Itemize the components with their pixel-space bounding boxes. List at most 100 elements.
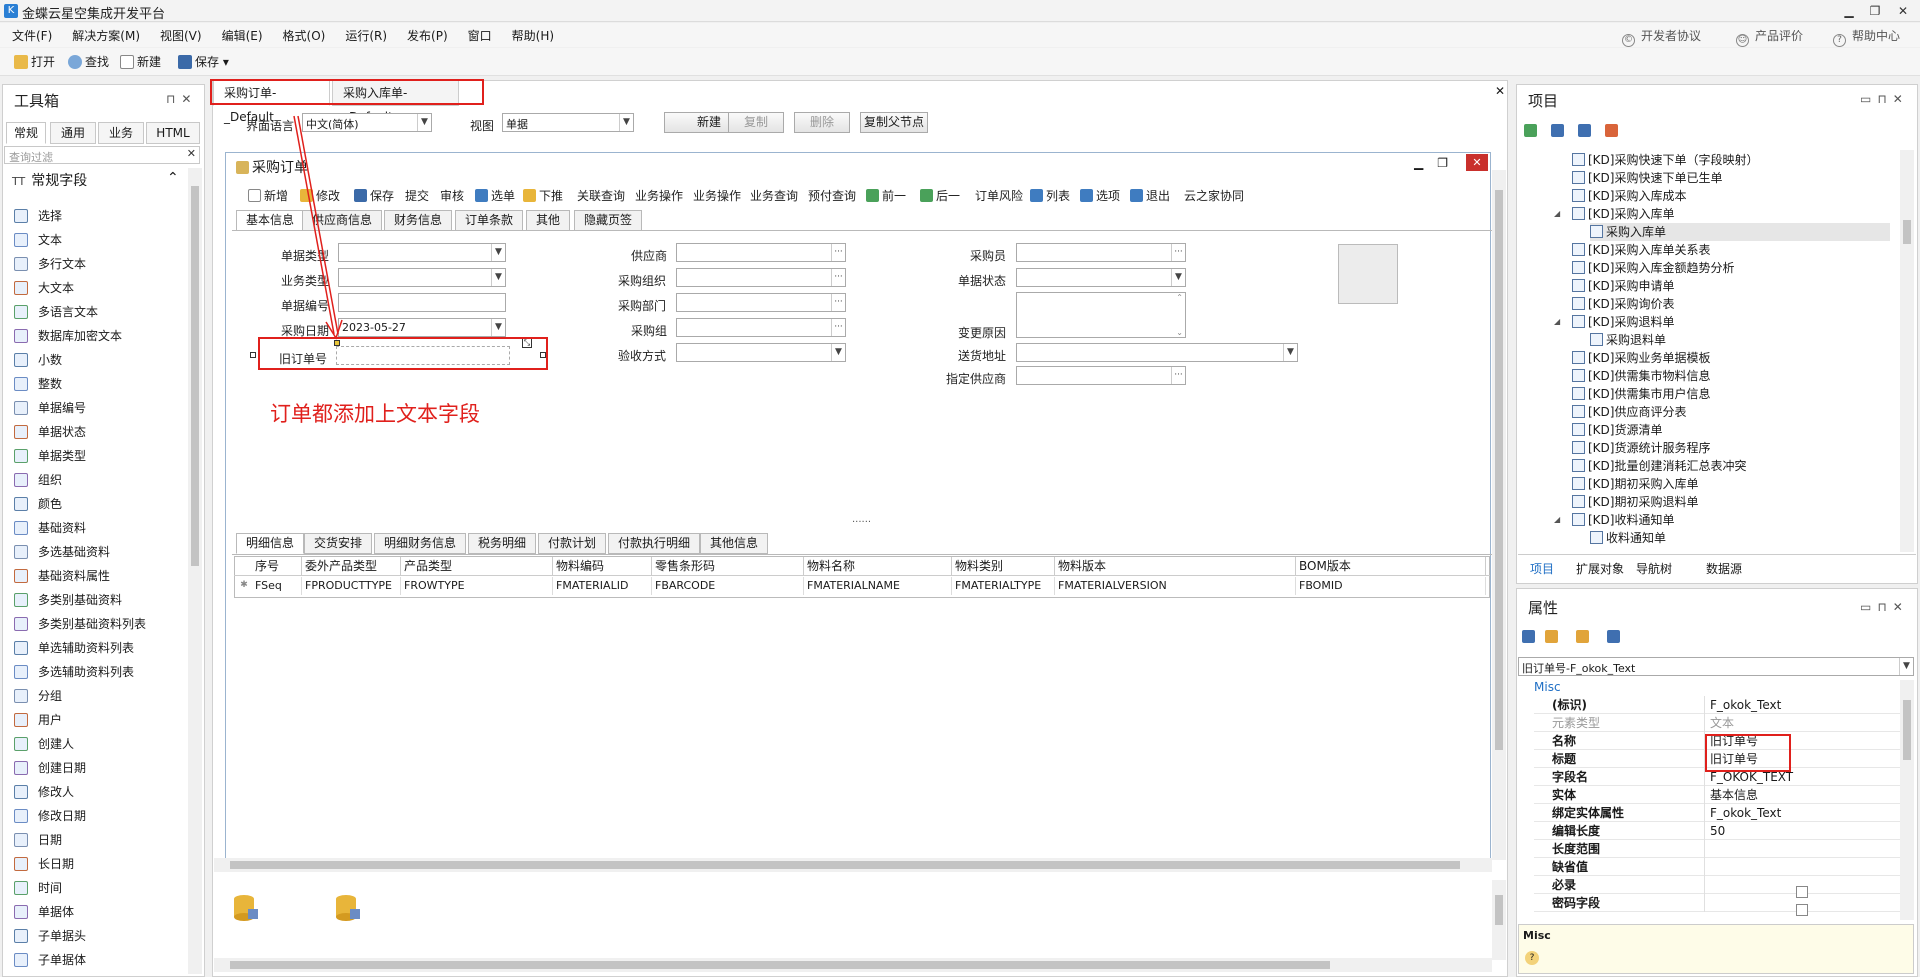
menu-view[interactable]: 视图(V) [148,23,210,44]
delete-item-icon[interactable] [1605,124,1618,137]
bill-status-select[interactable]: ▼ [1016,268,1186,287]
toolbox-item[interactable]: 多语言文本 [14,302,98,322]
toolbox-item[interactable]: 时间 [14,878,62,898]
toolbox-item[interactable]: 创建人 [14,734,74,754]
form-window-buttons[interactable]: ▁❐ [1414,156,1462,170]
sort-alpha-icon[interactable] [1545,630,1558,643]
lookup-icon[interactable]: ··· [1171,244,1185,261]
copy-view-button[interactable]: 复制 [728,112,784,133]
grid-cell[interactable]: FMATERIALID [553,577,652,595]
tree-item[interactable]: [KD]采购申请单 [1572,277,1674,295]
toolbox-item[interactable]: 单据体 [14,902,74,922]
grid-cell[interactable]: FMATERIALNAME [804,577,952,595]
property-value[interactable]: 基本信息 [1710,786,1758,804]
bill-type-select[interactable]: ▼ [338,243,506,262]
project-scroll-thumb[interactable] [1903,220,1911,244]
toolbox-filter-input[interactable]: 查询过滤 ✕ [4,146,200,164]
toolbox-scroll-thumb[interactable] [191,186,199,566]
toolbox-tab-general[interactable]: 常规 [6,122,46,144]
project-tab-project[interactable]: 项目 [1530,560,1554,577]
grid-column-header[interactable]: 序号 [252,557,302,575]
properties-icon[interactable] [1576,630,1589,643]
property-row[interactable]: 元素类型 文本 [1534,714,1904,732]
toolbox-item[interactable]: 创建日期 [14,758,86,778]
grid-cell[interactable]: FSeq [252,577,302,595]
image-placeholder[interactable] [1338,244,1398,304]
form-toolbar-button[interactable]: 前一 [866,187,906,204]
tree-item[interactable]: [KD]货源清单 [1572,421,1662,439]
property-value[interactable]: 50 [1710,822,1725,840]
tree-item[interactable]: [KD]货源统计服务程序 [1572,439,1710,457]
toolbox-item[interactable]: 日期 [14,830,62,850]
toolbox-item[interactable]: 单据类型 [14,446,86,466]
splitter-handle[interactable]: ...... [852,514,871,525]
minimize-button[interactable]: ▁ [1838,2,1860,20]
form-hscroll-thumb[interactable] [230,861,1460,869]
close-button[interactable]: ✕ [1892,2,1914,20]
menu-run[interactable]: 运行(R) [333,23,395,44]
toolbox-item[interactable]: 数据库加密文本 [14,326,122,346]
toolbox-tab-html[interactable]: HTML [146,122,200,144]
property-scrollbar[interactable] [1900,680,1914,920]
bottom-vscroll-thumb[interactable] [1495,895,1503,925]
grid-column-header[interactable]: 物料编码 [553,557,652,575]
grid-cell[interactable]: FBOMID [1296,577,1486,595]
scroll-up-icon[interactable]: ⌃ [1176,293,1183,302]
menu-solution[interactable]: 解决方案(M) [60,23,148,44]
purchase-org-field[interactable]: ··· [676,268,846,287]
toolbox-item[interactable]: 多行文本 [14,254,86,274]
menu-window[interactable]: 窗口 [456,23,500,44]
tree-item[interactable]: [KD]采购询价表 [1572,295,1674,313]
form-toolbar-button[interactable]: 业务查询 [750,187,798,204]
property-row[interactable]: 密码字段 [1534,894,1904,912]
property-row[interactable]: 必录 [1534,876,1904,894]
events-icon[interactable] [1607,630,1620,643]
property-object-select[interactable]: 旧订单号-F_okok_Text ▼ [1518,657,1914,676]
tree-item[interactable]: [KD]采购业务单据模板 [1572,349,1710,367]
menu-edit[interactable]: 编辑(E) [210,23,271,44]
form-toolbar-button[interactable]: 订单风险 [975,187,1023,204]
grid-column-header[interactable]: BOM版本 [1296,557,1486,575]
lookup-icon[interactable]: ··· [831,269,845,286]
tree-item[interactable]: [KD]批量创建消耗汇总表冲突 [1572,457,1746,475]
toolbox-tab-business[interactable]: 业务 [98,122,144,144]
project-tab-extension[interactable]: 扩展对象 [1576,560,1624,577]
form-hscrollbar[interactable] [214,858,1492,872]
tree-item[interactable]: [KD]采购入库金额趋势分析 [1572,259,1734,277]
grid-column-header[interactable]: 物料名称 [804,557,952,575]
project-tab-datasource[interactable]: 数据源 [1706,560,1742,577]
tree-item[interactable]: [KD]供需集市用户信息 [1572,385,1710,403]
dev-protocol-link[interactable]: © 开发者协议 [1622,27,1701,47]
toolbox-item[interactable]: 基础资料属性 [14,566,110,586]
grid-column-header[interactable]: 物料类别 [952,557,1055,575]
expand-arrow-icon[interactable]: ◢ [1554,511,1560,529]
delivery-address-select[interactable]: ▼ [1016,343,1298,362]
designated-supplier-field[interactable]: ··· [1016,366,1186,385]
form-toolbar-button[interactable]: 审核 [440,187,464,204]
tab-other[interactable]: 其他 [526,210,571,231]
supplier-field[interactable]: ··· [676,243,846,262]
scroll-down-icon[interactable]: ⌄ [1176,328,1183,337]
grid-column-header[interactable]: 产品类型 [401,557,553,575]
form-toolbar-button[interactable]: 预付查询 [808,187,856,204]
project-scrollbar[interactable] [1900,150,1914,552]
grid-cell[interactable]: FBARCODE [652,577,804,595]
property-value[interactable]: F_okok_Text [1710,804,1781,822]
view-select[interactable]: 单据 ▼ [502,113,634,132]
bill-no-field[interactable] [338,293,506,312]
form-toolbar-button[interactable]: 云之家协同 [1184,187,1244,204]
restore-button[interactable]: ❐ [1864,2,1886,20]
delete-view-button[interactable]: 删除 [794,112,850,133]
bottom-hscrollbar[interactable] [214,958,1492,972]
form-toolbar-button[interactable]: 业务操作 [635,187,683,204]
grid-column-header[interactable]: 物料版本 [1055,557,1296,575]
toolbox-item[interactable]: 组织 [14,470,62,490]
property-row[interactable]: 缺省值 [1534,858,1904,876]
order-date-field[interactable]: 2023-05-27 ▼ [338,318,506,337]
save-button[interactable]: 保存 ▾ [178,53,229,70]
selection-handle-left[interactable] [250,352,256,358]
toolbox-item[interactable]: 多类别基础资料 [14,590,122,610]
lookup-icon[interactable]: ··· [831,294,845,311]
form-toolbar-button[interactable]: 选项 [1080,187,1120,204]
purchase-dept-field[interactable]: ··· [676,293,846,312]
